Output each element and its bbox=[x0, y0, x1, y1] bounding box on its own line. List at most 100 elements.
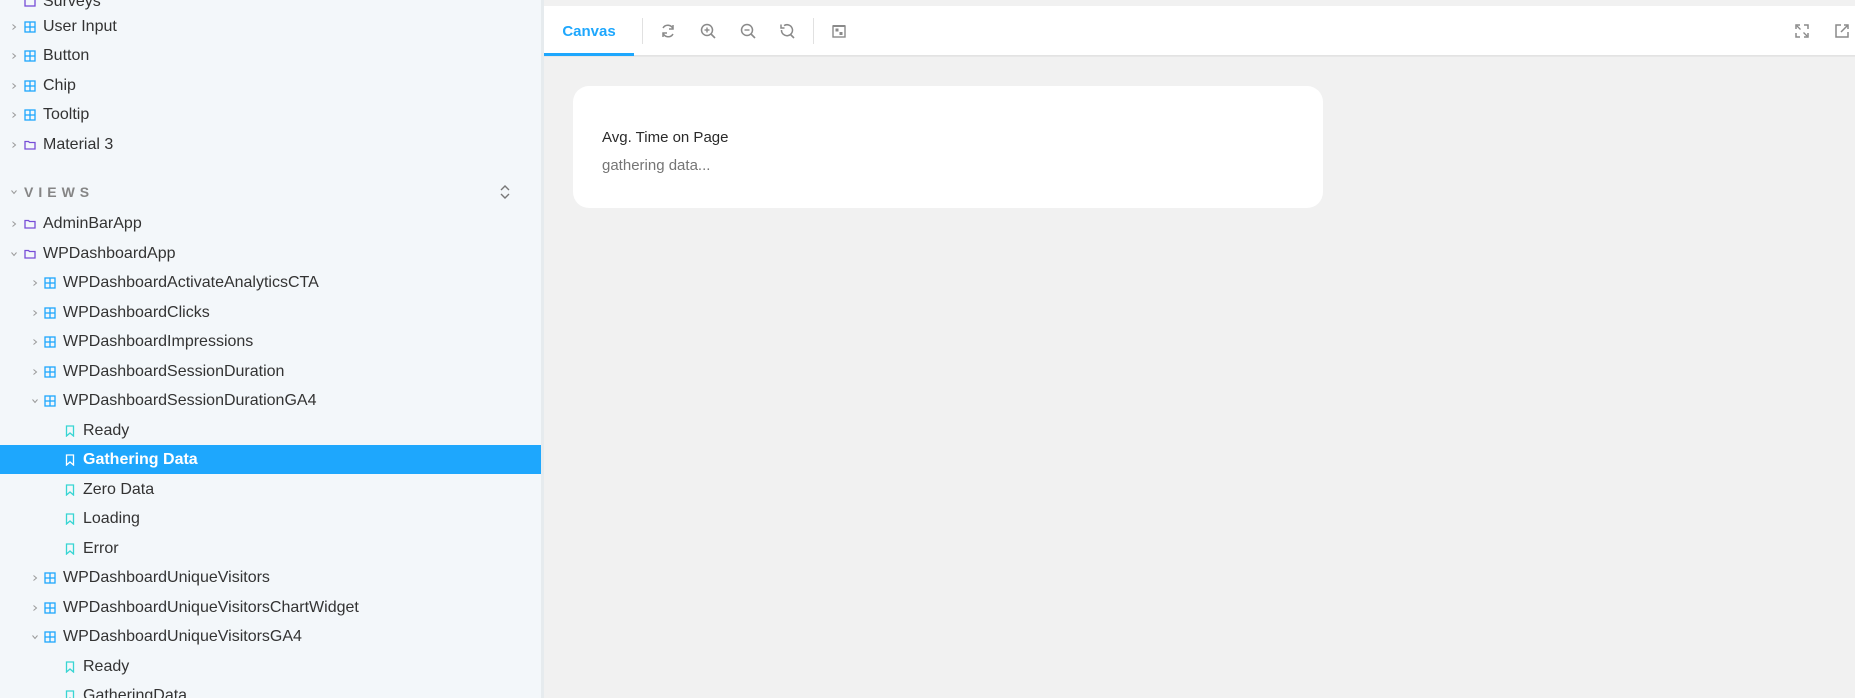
sidebar-item-gatheringdata[interactable]: GatheringData bbox=[0, 681, 543, 698]
sidebar-item-loading[interactable]: Loading bbox=[0, 504, 543, 533]
folder-icon bbox=[24, 248, 36, 260]
sidebar-item-label: Tooltip bbox=[43, 105, 90, 123]
sidebar-item-label: WPDashboardSessionDuration bbox=[63, 362, 285, 380]
sidebar-item-ready[interactable]: Ready bbox=[0, 416, 543, 445]
avg-time-on-page-card: Avg. Time on Page gathering data... bbox=[573, 86, 1323, 208]
component-icon bbox=[24, 49, 36, 62]
sidebar-item-label: User Input bbox=[43, 17, 117, 35]
sidebar-item-user-input[interactable]: User Input bbox=[0, 12, 543, 41]
chevron-right-icon bbox=[10, 82, 18, 90]
sidebar-item-wpdashboardsessionduration[interactable]: WPDashboardSessionDuration bbox=[0, 357, 543, 386]
sidebar-item-gathering-data[interactable]: Gathering Data bbox=[0, 445, 543, 474]
sidebar-item-ready[interactable]: Ready bbox=[0, 652, 543, 681]
chevron-down-icon bbox=[31, 633, 39, 641]
sidebar-item-label: WPDashboardSessionDurationGA4 bbox=[63, 391, 317, 409]
chevron-right-icon bbox=[10, 23, 18, 31]
chevron-right-icon bbox=[10, 141, 18, 149]
bookmark-icon bbox=[64, 424, 76, 437]
sidebar-item-label: WPDashboardImpressions bbox=[63, 332, 254, 350]
sidebar-item-wpdashboardapp[interactable]: WPDashboardApp bbox=[0, 239, 543, 268]
component-icon bbox=[44, 276, 56, 289]
sidebar-item-label: WPDashboardApp bbox=[43, 244, 176, 262]
folder-icon bbox=[24, 218, 36, 230]
background-icon[interactable] bbox=[828, 20, 850, 42]
component-icon bbox=[24, 79, 36, 92]
component-icon bbox=[44, 394, 56, 407]
open-new-tab-icon[interactable] bbox=[1831, 20, 1853, 42]
component-icon bbox=[44, 571, 56, 584]
sidebar-item-wpdashboarduniquevisitorschartwidget[interactable]: WPDashboardUniqueVisitorsChartWidget bbox=[0, 593, 543, 622]
sidebar-item-label: Ready bbox=[83, 421, 130, 439]
component-icon bbox=[44, 365, 56, 378]
card-title: Avg. Time on Page bbox=[602, 129, 729, 146]
sidebar-item-wpdashboarduniquevisitorsga4[interactable]: WPDashboardUniqueVisitorsGA4 bbox=[0, 622, 543, 651]
chevron-right-icon bbox=[31, 338, 39, 346]
sidebar-item-label: Loading bbox=[83, 509, 140, 527]
sidebar-item-label: Gathering Data bbox=[83, 450, 198, 468]
component-icon bbox=[44, 630, 56, 643]
sidebar-item-wpdashboardactivateanalyticscta[interactable]: WPDashboardActivateAnalyticsCTA bbox=[0, 268, 543, 297]
component-icon bbox=[44, 335, 56, 348]
sidebar-item-label: Error bbox=[83, 539, 119, 557]
chevron-right-icon bbox=[31, 279, 39, 287]
sidebar-item-label: Chip bbox=[43, 76, 76, 94]
sidebar-item-wpdashboarduniquevisitors[interactable]: WPDashboardUniqueVisitors bbox=[0, 563, 543, 592]
bookmark-icon bbox=[64, 512, 76, 525]
chevron-right-icon bbox=[10, 220, 18, 228]
zoom-out-icon[interactable] bbox=[737, 20, 759, 42]
bookmark-icon bbox=[64, 660, 76, 673]
component-icon bbox=[24, 20, 36, 33]
zoom-in-icon[interactable] bbox=[697, 20, 719, 42]
sidebar-item-wpdashboardclicks[interactable]: WPDashboardClicks bbox=[0, 298, 543, 327]
sidebar-item-error[interactable]: Error bbox=[0, 534, 543, 563]
sidebar-item-label: AdminBarApp bbox=[43, 214, 142, 232]
toolbar-divider bbox=[813, 18, 814, 44]
preview-toolbar: Canvas bbox=[544, 6, 1855, 56]
sidebar-item-adminbarapp[interactable]: AdminBarApp bbox=[0, 209, 543, 238]
sidebar-item-label: WPDashboardUniqueVisitorsGA4 bbox=[63, 627, 302, 645]
sidebar-item-label: WPDashboardUniqueVisitorsChartWidget bbox=[63, 598, 359, 616]
reload-icon[interactable] bbox=[657, 20, 679, 42]
chevron-down-icon bbox=[10, 188, 18, 196]
chevron-down-icon bbox=[10, 250, 18, 258]
bookmark-icon bbox=[64, 453, 76, 466]
component-icon bbox=[44, 601, 56, 614]
sidebar: Surveys User Input Button Chip Tooltip M… bbox=[0, 0, 543, 698]
component-icon bbox=[24, 108, 36, 121]
bookmark-icon bbox=[64, 689, 76, 698]
preview-panel: Canvas Avg. Time on Page gathering data.… bbox=[544, 0, 1855, 698]
sidebar-item-material-3[interactable]: Material 3 bbox=[0, 130, 543, 159]
folder-icon bbox=[24, 0, 36, 8]
sidebar-item-label: Material 3 bbox=[43, 135, 114, 153]
chevron-right-icon bbox=[10, 52, 18, 60]
chevron-right-icon bbox=[31, 368, 39, 376]
reset-zoom-icon[interactable] bbox=[776, 20, 798, 42]
sidebar-item-label: WPDashboardActivateAnalyticsCTA bbox=[63, 273, 319, 291]
sidebar-item-zero-data[interactable]: Zero Data bbox=[0, 475, 543, 504]
toolbar-divider bbox=[642, 18, 643, 44]
sidebar-item-tooltip[interactable]: Tooltip bbox=[0, 100, 543, 129]
sidebar-item-label: WPDashboardUniqueVisitors bbox=[63, 568, 270, 586]
card-status: gathering data... bbox=[602, 157, 711, 174]
views-section-header[interactable]: VIEWS bbox=[0, 177, 543, 207]
chevron-right-icon bbox=[31, 309, 39, 317]
bookmark-icon bbox=[64, 542, 76, 555]
sidebar-item-label: Surveys bbox=[43, 0, 101, 10]
sidebar-item-label: Zero Data bbox=[83, 480, 155, 498]
sidebar-item-label: WPDashboardClicks bbox=[63, 303, 210, 321]
chevron-right-icon bbox=[31, 604, 39, 612]
folder-icon bbox=[24, 139, 36, 151]
expand-collapse-all-icon[interactable] bbox=[497, 182, 513, 202]
tab-canvas[interactable]: Canvas bbox=[544, 6, 634, 56]
sidebar-item-label: GatheringData bbox=[83, 686, 188, 698]
sidebar-item-label: Button bbox=[43, 46, 90, 64]
sidebar-item-button[interactable]: Button bbox=[0, 41, 543, 70]
sidebar-item-wpdashboardimpressions[interactable]: WPDashboardImpressions bbox=[0, 327, 543, 356]
bookmark-icon bbox=[64, 483, 76, 496]
component-icon bbox=[44, 306, 56, 319]
fullscreen-icon[interactable] bbox=[1791, 20, 1813, 42]
sidebar-item-chip[interactable]: Chip bbox=[0, 71, 543, 100]
chevron-down-icon bbox=[31, 397, 39, 405]
sidebar-item-wpdashboardsessiondurationga4[interactable]: WPDashboardSessionDurationGA4 bbox=[0, 386, 543, 415]
chevron-right-icon bbox=[31, 574, 39, 582]
